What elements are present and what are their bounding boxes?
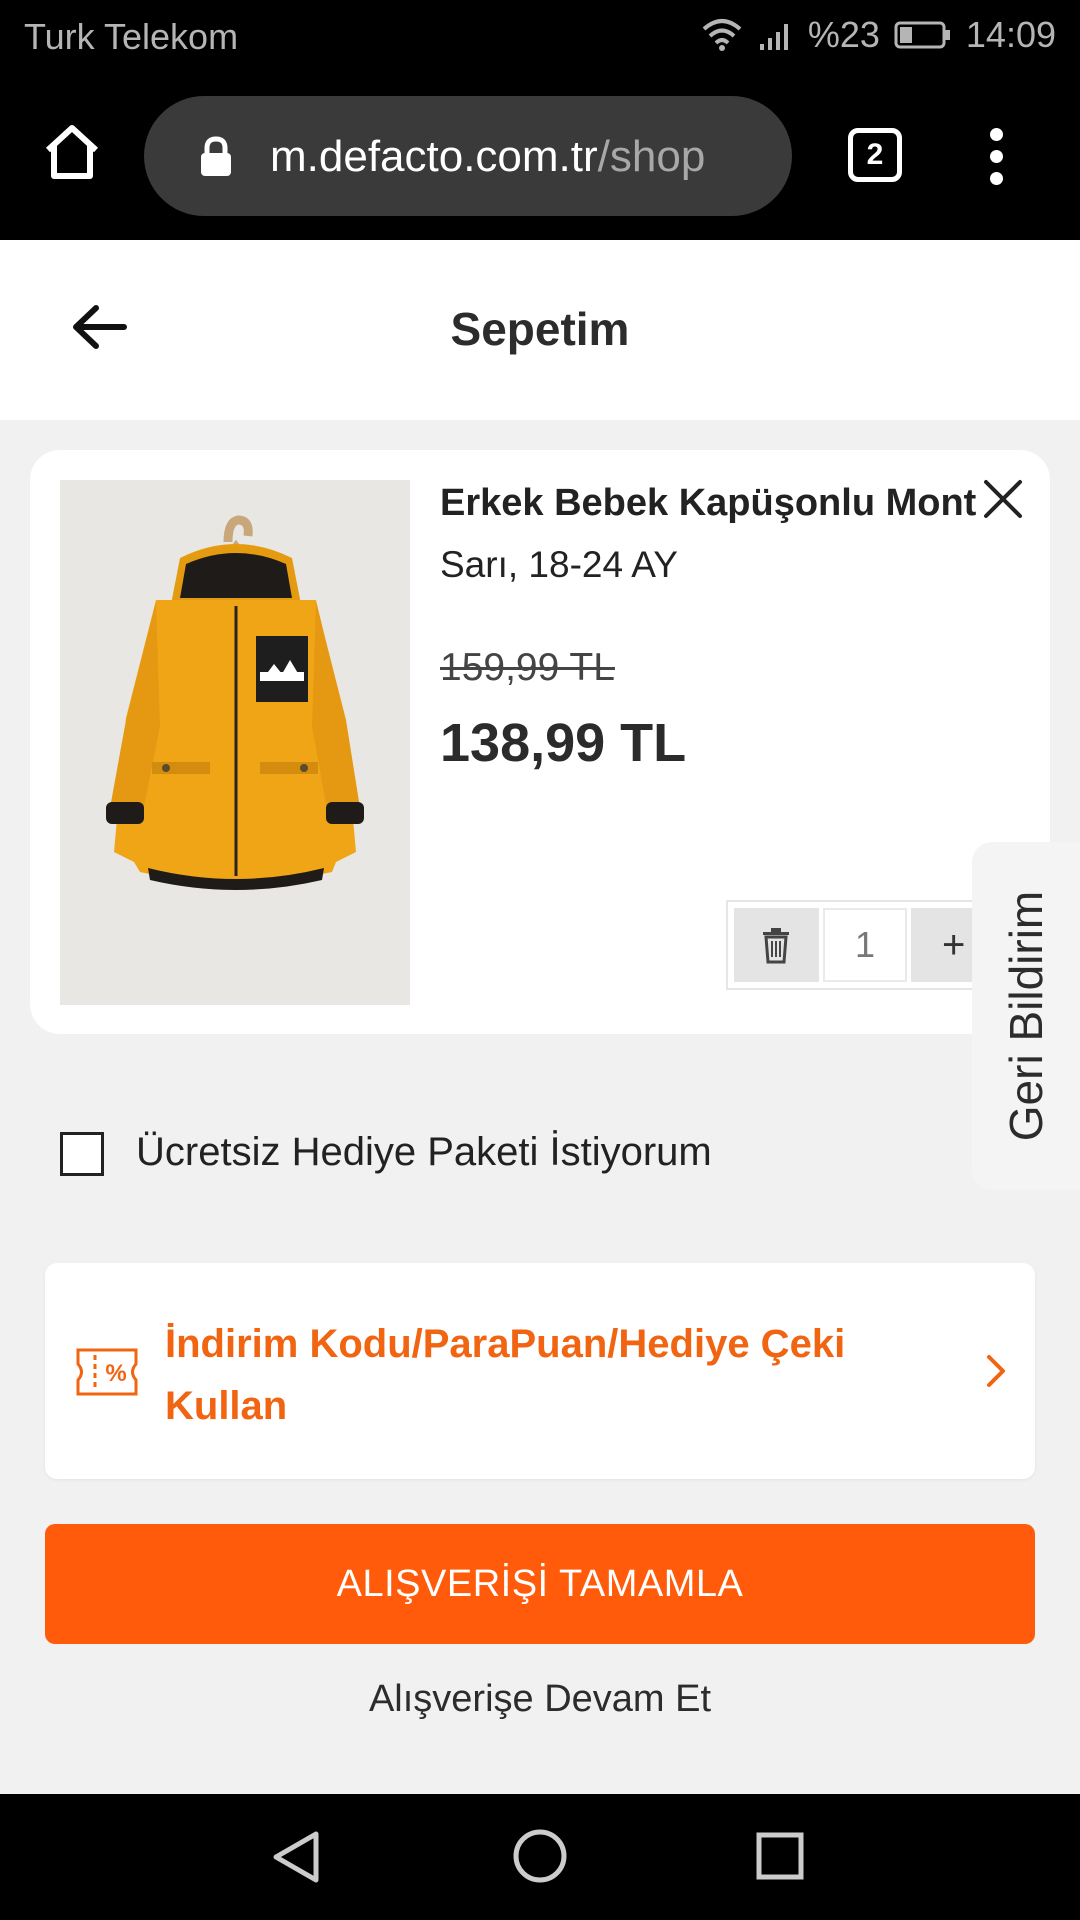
overflow-menu-icon[interactable] [980, 128, 1012, 185]
clock: 14:09 [965, 14, 1056, 55]
gift-wrap-label[interactable]: Ücretsiz Hediye Paketi İstiyorum [136, 1130, 712, 1175]
feedback-tab[interactable]: Geri Bildirim [972, 842, 1080, 1190]
coupon-row[interactable]: % İndirim Kodu/ParaPuan/Hediye Çeki Kull… [45, 1263, 1035, 1479]
coupon-label: İndirim Kodu/ParaPuan/Hediye Çeki Kullan [165, 1322, 846, 1428]
complete-purchase-button[interactable]: ALIŞVERİŞİ TAMAMLA [45, 1524, 1035, 1644]
nav-recents-icon[interactable] [756, 1832, 804, 1885]
wifi-icon [700, 17, 744, 53]
url-path: /shop [597, 132, 706, 181]
status-indicators: %23 14:09 [700, 14, 1056, 56]
quantity-value[interactable]: 1 [822, 908, 908, 982]
gift-wrap-checkbox[interactable] [60, 1132, 104, 1176]
close-icon[interactable] [982, 478, 1024, 520]
signal-icon [758, 20, 794, 50]
battery-percent: %23 [807, 14, 880, 55]
page-header: Sepetim [0, 240, 1080, 420]
url-text: m.defacto.com.tr/shop [270, 132, 770, 182]
product-image[interactable] [60, 480, 410, 1005]
current-price: 138,99 TL [440, 713, 687, 773]
browser-toolbar: m.defacto.com.tr/shop 2 [0, 76, 1080, 240]
product-variant: Sarı, 18-24 AY [440, 544, 678, 585]
page-title: Sepetim [450, 303, 630, 355]
chevron-right-icon [985, 1351, 1009, 1391]
carrier-name: Turk Telekom [24, 16, 239, 57]
svg-text:%: % [105, 1360, 126, 1387]
continue-shopping-link[interactable]: Alışverişe Devam Et [0, 1678, 1080, 1721]
tab-switcher-button[interactable]: 2 [848, 128, 902, 182]
url-bar[interactable]: m.defacto.com.tr/shop [144, 96, 792, 216]
feedback-label: Geri Bildirim [1000, 890, 1052, 1142]
cart-item-card: Erkek Bebek Kapüşonlu Mont Sarı, 18-24 A… [30, 450, 1050, 1034]
url-domain: m.defacto.com.tr [270, 132, 598, 181]
old-price: 159,99 TL [440, 646, 615, 689]
product-name[interactable]: Erkek Bebek Kapüşonlu Mont [440, 482, 976, 525]
battery-icon [894, 20, 952, 50]
home-icon[interactable] [40, 120, 104, 184]
nav-home-icon[interactable] [512, 1828, 568, 1889]
status-bar: Turk Telekom %23 14:09 [0, 0, 1080, 76]
quantity-stepper: 1 + [726, 900, 1004, 990]
system-nav-bar [0, 1794, 1080, 1920]
nav-back-icon[interactable] [270, 1830, 324, 1889]
coupon-icon: % [75, 1347, 139, 1397]
lock-icon [198, 136, 234, 183]
trash-icon[interactable] [734, 908, 819, 982]
